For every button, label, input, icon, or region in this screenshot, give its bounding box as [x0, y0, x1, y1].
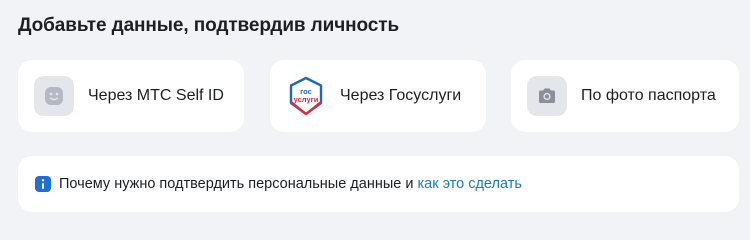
passport-photo-option[interactable]: По фото паспорта [511, 60, 739, 132]
mts-self-id-option[interactable]: Через МТС Self ID [18, 60, 244, 132]
mts-self-id-label: Через МТС Self ID [88, 87, 224, 104]
camera-icon [527, 76, 567, 116]
page-title: Добавьте данные, подтвердив личность [18, 15, 400, 36]
gosuslugi-option[interactable]: гос услуги Через Госуслуги [270, 60, 486, 132]
how-to-link[interactable]: как это сделать [417, 176, 521, 192]
smile-face-icon [34, 76, 74, 116]
gosuslugi-label: Через Госуслуги [340, 87, 462, 104]
verification-page: Добавьте данные, подтвердив личность Чер… [0, 0, 750, 232]
verification-options: Через МТС Self ID гос услуги Через Госус… [18, 60, 739, 132]
info-banner: Почему нужно подтвердить персональные да… [18, 156, 739, 212]
info-text: Почему нужно подтвердить персональные да… [59, 176, 414, 192]
gosuslugi-logo-bottom: услуги [294, 95, 319, 104]
gosuslugi-logo-icon: гос услуги [286, 76, 326, 116]
info-icon [35, 176, 51, 192]
passport-photo-label: По фото паспорта [581, 87, 716, 104]
